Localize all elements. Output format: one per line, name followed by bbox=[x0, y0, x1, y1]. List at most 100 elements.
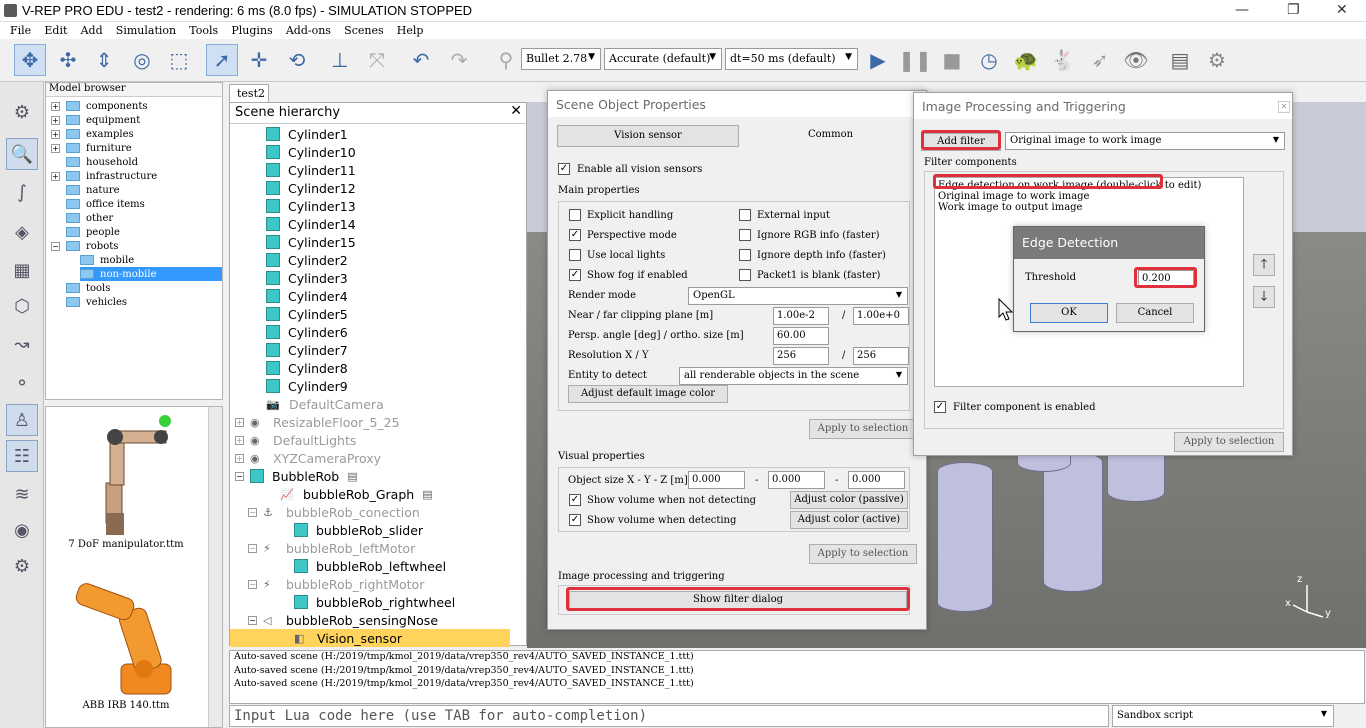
scene-selector-icon[interactable]: ⚙ bbox=[1201, 44, 1233, 76]
filter-item[interactable]: Original image to work image bbox=[938, 191, 1089, 202]
hierarchy-item[interactable]: Cylinder9 bbox=[266, 377, 348, 395]
object-shift-icon[interactable]: ✛ bbox=[243, 44, 275, 76]
menu-simulation[interactable]: Simulation bbox=[116, 24, 176, 37]
persp-angle-input[interactable]: 60.00 bbox=[773, 327, 829, 345]
folder-item[interactable]: tools bbox=[66, 281, 110, 295]
apply-to-selection-button[interactable]: Apply to selection bbox=[809, 544, 917, 564]
page-selector-icon[interactable]: ▤ bbox=[1164, 44, 1196, 76]
search-icon[interactable]: 🔍 bbox=[6, 138, 38, 170]
folder-item[interactable]: mobile bbox=[80, 253, 134, 267]
folder-item[interactable]: + infrastructure bbox=[51, 169, 157, 183]
realtime-icon[interactable]: ◷ bbox=[973, 44, 1005, 76]
hierarchy-item[interactable]: Cylinder4 bbox=[266, 287, 348, 305]
function-icon[interactable]: ∫ bbox=[6, 176, 38, 208]
dynamics-icon[interactable]: ⚲ bbox=[490, 44, 522, 76]
hierarchy-item[interactable]: Cylinder15 bbox=[266, 233, 356, 251]
slower-icon[interactable]: 🐢 bbox=[1010, 44, 1042, 76]
hierarchy-item[interactable]: − BubbleRob ▤ bbox=[235, 467, 370, 485]
adjust-default-color-button[interactable]: Adjust default image color bbox=[568, 385, 728, 403]
ignore-rgb-checkbox[interactable] bbox=[739, 229, 751, 241]
folder-item[interactable]: − robots bbox=[51, 239, 118, 253]
path-edit-icon[interactable]: ↝ bbox=[6, 328, 38, 360]
tab-common[interactable]: Common bbox=[808, 129, 853, 140]
transfer-dna-icon[interactable]: ⤧ bbox=[361, 44, 393, 76]
hierarchy-item[interactable]: Cylinder2 bbox=[266, 251, 348, 269]
apply-to-selection-button[interactable]: Apply to selection bbox=[1174, 432, 1284, 452]
expand-icon[interactable]: + bbox=[235, 453, 244, 463]
expand-icon[interactable]: + bbox=[51, 129, 60, 139]
entity-select[interactable]: all renderable objects in the scene ▼ bbox=[679, 367, 908, 385]
folder-item[interactable]: + equipment bbox=[51, 113, 140, 127]
selection-icon[interactable]: ⚬ bbox=[6, 367, 38, 399]
hierarchy-item[interactable]: + ◉ XYZCameraProxy bbox=[235, 449, 381, 467]
ignore-depth-checkbox[interactable] bbox=[739, 249, 751, 261]
dt-select[interactable]: dt=50 ms (default) ▼ bbox=[725, 48, 858, 70]
menu-edit[interactable]: Edit bbox=[44, 24, 67, 37]
manipulator-thumbnail[interactable] bbox=[66, 413, 186, 537]
hierarchy-item[interactable]: Cylinder14 bbox=[266, 215, 356, 233]
hierarchy-item[interactable]: bubbleRob_slider bbox=[294, 521, 423, 539]
hierarchy-item-selected[interactable]: ◧ Vision_sensor bbox=[230, 629, 510, 647]
tab-vision-sensor[interactable]: Vision sensor bbox=[557, 125, 739, 147]
explicit-handling-checkbox[interactable] bbox=[569, 209, 581, 221]
play-icon[interactable]: ▶ bbox=[862, 44, 894, 76]
scene-tab[interactable]: test2 bbox=[229, 84, 269, 102]
resolution-y-input[interactable]: 256 bbox=[853, 347, 909, 365]
packet1-checkbox[interactable] bbox=[739, 269, 751, 281]
object-rotate-icon[interactable]: ⟲ bbox=[281, 44, 313, 76]
folder-item[interactable]: office items bbox=[66, 197, 145, 211]
hierarchy-item[interactable]: Cylinder10 bbox=[266, 143, 356, 161]
close-icon[interactable]: ✕ bbox=[510, 103, 522, 119]
scene-hierarchy-icon[interactable]: ☷ bbox=[6, 440, 38, 472]
hierarchy-item[interactable]: bubbleRob_rightwheel bbox=[294, 593, 455, 611]
show-volume-passive-checkbox[interactable]: ✓ bbox=[569, 494, 581, 506]
user-settings-icon[interactable]: ⚙ bbox=[6, 550, 38, 582]
show-volume-active-checkbox[interactable]: ✓ bbox=[569, 514, 581, 526]
shape-edit-icon[interactable]: ⬡ bbox=[6, 290, 38, 322]
collapse-icon[interactable]: − bbox=[248, 543, 257, 553]
folder-item[interactable]: other bbox=[66, 211, 113, 225]
hierarchy-item[interactable]: − ⚓ bubbleRob_conection bbox=[248, 503, 420, 521]
move-down-icon[interactable]: 🡓 bbox=[1253, 286, 1275, 308]
script-select[interactable]: Sandbox script ▼ bbox=[1112, 705, 1334, 727]
script-icon[interactable]: ▤ bbox=[347, 470, 363, 483]
folder-item[interactable]: people bbox=[66, 225, 120, 239]
expand-icon[interactable]: + bbox=[51, 101, 60, 111]
hierarchy-item[interactable]: Cylinder13 bbox=[266, 197, 356, 215]
collapse-icon[interactable]: − bbox=[248, 507, 257, 517]
menu-addons[interactable]: Add-ons bbox=[286, 24, 331, 37]
cylinder-object[interactable] bbox=[1043, 452, 1103, 592]
hierarchy-item[interactable]: + ◉ ResizableFloor_5_25 bbox=[235, 413, 400, 431]
hierarchy-item[interactable]: − ⚡ bubbleRob_leftMotor bbox=[248, 539, 415, 557]
adjust-color-passive-button[interactable]: Adjust color (passive) bbox=[790, 491, 908, 509]
hierarchy-item[interactable]: Cylinder1 bbox=[266, 125, 348, 143]
far-clip-input[interactable]: 1.00e+0 bbox=[853, 307, 909, 325]
visualization-icon[interactable]: 👁 bbox=[1120, 44, 1152, 76]
hierarchy-item[interactable]: Cylinder8 bbox=[266, 359, 348, 377]
hierarchy-item[interactable]: 📷 DefaultCamera bbox=[266, 395, 384, 413]
folder-item[interactable]: + components bbox=[51, 99, 147, 113]
hierarchy-item[interactable]: Cylinder5 bbox=[266, 305, 348, 323]
hierarchy-item[interactable]: Cylinder11 bbox=[266, 161, 356, 179]
menu-help[interactable]: Help bbox=[397, 24, 424, 37]
folder-item-selected[interactable]: non-mobile bbox=[80, 267, 222, 281]
size-x-input[interactable]: 0.000 bbox=[688, 471, 745, 489]
video-recorder-icon[interactable]: ◉ bbox=[6, 514, 38, 546]
undo-icon[interactable]: ↶ bbox=[405, 44, 437, 76]
restore-icon[interactable]: ❐ bbox=[1287, 2, 1300, 18]
menu-file[interactable]: File bbox=[10, 24, 31, 37]
size-z-input[interactable]: 0.000 bbox=[848, 471, 905, 489]
menu-tools[interactable]: Tools bbox=[189, 24, 218, 37]
size-y-input[interactable]: 0.000 bbox=[768, 471, 825, 489]
hierarchy-item[interactable]: Cylinder12 bbox=[266, 179, 356, 197]
expand-icon[interactable]: + bbox=[235, 417, 244, 427]
hierarchy-item[interactable]: Cylinder7 bbox=[266, 341, 348, 359]
hierarchy-item[interactable]: 📈 bubbleRob_Graph ▤ bbox=[280, 485, 445, 503]
filter-enabled-checkbox[interactable]: ✓ bbox=[934, 401, 946, 413]
apply-to-selection-button[interactable]: Apply to selection bbox=[809, 419, 917, 439]
camera-angle-icon[interactable]: ◎ bbox=[126, 44, 158, 76]
folder-item[interactable]: + furniture bbox=[51, 141, 132, 155]
cylinder-object[interactable] bbox=[937, 462, 993, 612]
expand-icon[interactable]: + bbox=[51, 143, 60, 153]
simulation-settings-icon[interactable]: ⚙ bbox=[6, 96, 38, 128]
